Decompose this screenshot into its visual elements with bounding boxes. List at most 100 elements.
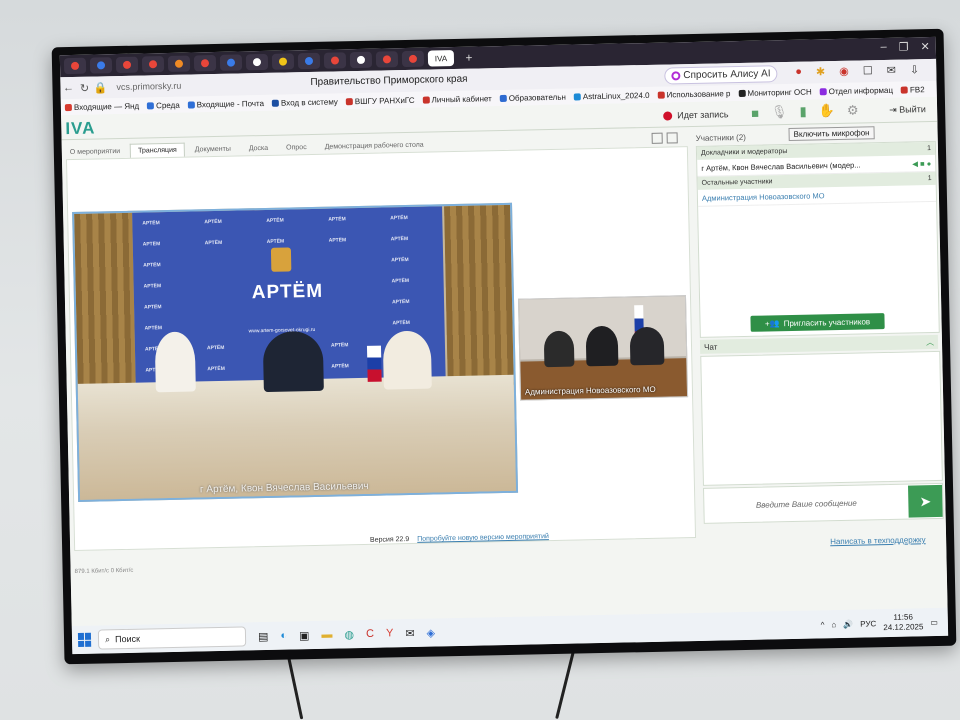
extension-icon[interactable]: ✱	[816, 65, 825, 78]
folder-icon[interactable]: ▬	[321, 628, 332, 641]
banner-tile: АРТЁМ	[204, 218, 222, 226]
bookmark-item[interactable]: Входящие — Янд	[64, 101, 139, 112]
network-icon[interactable]: ⌂	[831, 620, 836, 629]
speaker-icon[interactable]: ◀	[912, 159, 918, 168]
language-indicator[interactable]: РУС	[860, 619, 876, 628]
app-icon[interactable]: C	[366, 627, 374, 640]
bookmark-label: Отдел информац	[828, 85, 894, 96]
browser-tab-active[interactable]: IVA	[427, 49, 455, 67]
fullscreen-icon[interactable]	[666, 132, 678, 144]
url-field[interactable]: vcs.primorsky.ru	[116, 80, 196, 92]
iva-logo: IVA	[65, 118, 96, 139]
exit-button[interactable]: ⇥ Выйти	[889, 104, 926, 116]
notifications-icon[interactable]: ▭	[930, 617, 938, 626]
participants-list: Докладчики и модераторы 1 г Артём, Квон …	[695, 140, 940, 338]
banner-tile: АРТЁМ	[206, 344, 225, 352]
curtain-right	[444, 204, 514, 387]
browser-tab[interactable]	[297, 52, 321, 70]
browser-tab[interactable]	[271, 53, 295, 70]
browser-tab[interactable]	[219, 54, 243, 71]
extension-icon[interactable]: ☐	[863, 64, 873, 77]
extension-icon[interactable]: ✉	[887, 64, 896, 77]
close-icon[interactable]: ✕	[920, 40, 929, 53]
camera-icon[interactable]: ■	[920, 159, 925, 168]
bookmark-icon	[499, 94, 507, 102]
bookmark-item[interactable]: Мониторинг ОСН	[738, 87, 812, 98]
browser-tab[interactable]	[401, 50, 425, 68]
microphone-icon[interactable]: 🎙	[771, 104, 788, 120]
chevron-up-icon[interactable]: ^	[821, 620, 825, 629]
bookmark-icon	[657, 91, 665, 99]
send-icon[interactable]: ➤	[908, 484, 943, 518]
second-video[interactable]: Администрация Новоазовского МО	[518, 295, 689, 401]
banner-tile: АРТЁМ	[204, 239, 223, 247]
app-icon[interactable]: ◈	[426, 626, 435, 639]
invite-participants-button[interactable]: +👥 Пригласить участников	[750, 313, 885, 332]
browser-tab[interactable]	[193, 54, 217, 72]
chat-input[interactable]: Введите Ваше сообщение	[704, 497, 908, 510]
bookmark-item[interactable]: AstraLinux_2024.0	[573, 90, 650, 101]
task-view-icon[interactable]: ▤	[258, 629, 269, 642]
volume-icon[interactable]: 🔊	[843, 619, 853, 628]
right-panel: Участники (2) Докладчики и модераторы 1 …	[695, 129, 944, 524]
raise-hand-icon[interactable]: ✋	[819, 103, 836, 119]
bookmark-item[interactable]: Образовательн	[499, 92, 566, 103]
banner-tile: АРТЁМ	[207, 365, 225, 373]
back-icon[interactable]: ←	[60, 82, 76, 94]
record-label: Идет запись	[677, 109, 729, 121]
chat-title: Чат	[703, 342, 718, 352]
store-icon[interactable]: ▣	[299, 629, 310, 642]
chevron-up-icon[interactable]: ︿	[926, 336, 934, 347]
add-user-icon: +👥	[764, 318, 780, 329]
bookmark-item[interactable]: Входящие - Почта	[187, 98, 264, 109]
minimize-icon[interactable]: –	[880, 41, 886, 54]
download-icon[interactable]: ⇩	[910, 63, 919, 76]
browser-tab[interactable]	[323, 52, 347, 69]
browser-tab[interactable]	[167, 55, 191, 72]
browser-tab[interactable]	[141, 56, 165, 73]
banner-tile: АРТЁМ	[328, 237, 347, 244]
participant	[585, 325, 619, 367]
bookmark-label: Образовательн	[508, 92, 566, 103]
windows-start-icon[interactable]	[77, 632, 92, 647]
maximize-icon[interactable]: ❐	[899, 40, 909, 53]
extension-icon[interactable]: ◉	[839, 65, 849, 78]
camera-icon[interactable]: ■	[751, 105, 759, 120]
mail-icon[interactable]: ✉	[405, 626, 414, 639]
bitrate-status: 879.1 Кбит/с 0 Кбит/с	[74, 567, 134, 576]
new-tab-button[interactable]: +	[458, 49, 480, 65]
browser-tab[interactable]	[349, 51, 373, 69]
curtain-left	[74, 212, 136, 394]
bookmark-item[interactable]: Использование р	[657, 89, 730, 100]
bookmark-item[interactable]: Личный кабинет	[422, 94, 492, 104]
bookmark-label: Вход в систему	[280, 96, 338, 108]
bookmark-item[interactable]: ВШГУ РАНХиГС	[345, 95, 415, 106]
bookmark-item[interactable]: Среда	[147, 100, 180, 110]
exit-label: Выйти	[899, 104, 926, 115]
reload-icon[interactable]: ↻	[76, 81, 92, 94]
bookmark-item[interactable]: Вход в систему	[271, 96, 338, 108]
layout-buttons	[651, 132, 678, 144]
browser-tab[interactable]	[245, 53, 269, 71]
bookmark-item[interactable]: Отдел информац	[819, 85, 894, 96]
grid-layout-icon[interactable]	[651, 132, 663, 144]
participant-name: Администрация Новоазовского МО	[701, 190, 825, 203]
microphone-icon[interactable]: ●	[927, 159, 932, 168]
gear-icon[interactable]: ⚙	[847, 103, 859, 119]
edge-icon[interactable]: ◐	[280, 629, 287, 642]
browser-icon[interactable]: ◍	[344, 628, 354, 641]
alice-icon	[671, 71, 681, 81]
taskbar-search[interactable]: ⌕ Поиск	[97, 626, 247, 650]
alice-button[interactable]: Спросить Алису AI	[664, 65, 778, 85]
banner-tile: АРТЁМ	[391, 277, 410, 285]
extension-icon[interactable]: ●	[795, 66, 802, 79]
clock[interactable]: 11:56 24.12.2025	[883, 612, 923, 633]
participant-row[interactable]: Администрация Новоазовского МО	[697, 184, 937, 207]
browser-tab[interactable]	[115, 56, 139, 74]
main-video[interactable]: АРТЁМ www.artem-gorsovet-okrugi.ru АРТЁМ…	[72, 202, 519, 502]
browser-tab[interactable]	[375, 51, 399, 68]
browser-tab[interactable]	[89, 57, 113, 74]
bookmark-item[interactable]: FB2	[900, 85, 925, 94]
browser-tab[interactable]	[63, 57, 87, 75]
yandex-browser-icon[interactable]: Y	[386, 627, 394, 640]
